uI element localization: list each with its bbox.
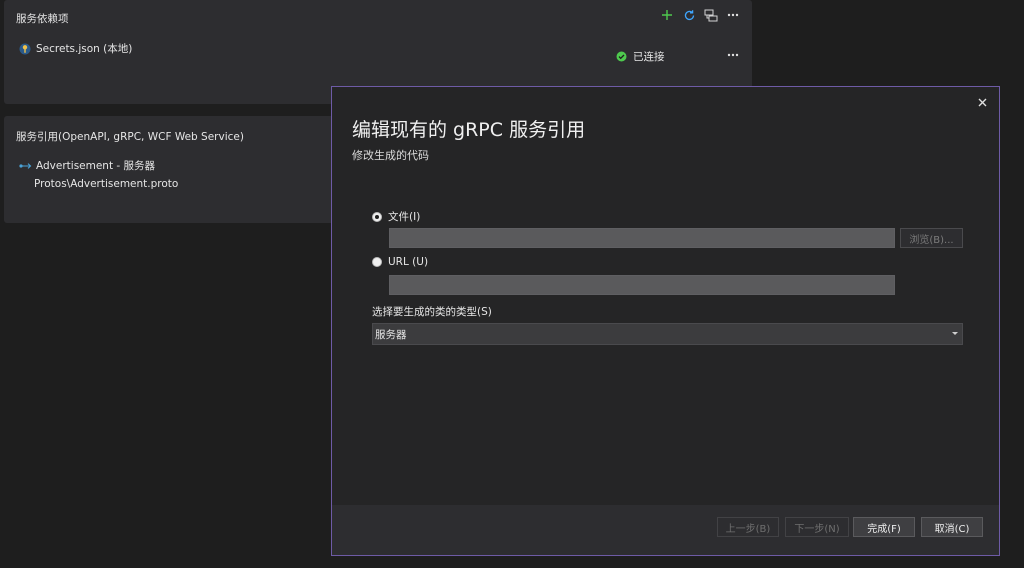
dependency-item-label: Secrets.json (本地) <box>36 43 133 55</box>
service-references-title: 服务引用(OpenAPI, gRPC, WCF Web Service) <box>16 131 244 143</box>
dependencies-toolbar <box>660 8 740 22</box>
file-path-input[interactable] <box>389 228 895 248</box>
dialog-subtitle: 修改生成的代码 <box>352 149 429 162</box>
url-radio[interactable] <box>372 257 382 267</box>
more-options-icon[interactable] <box>726 8 740 22</box>
reference-item-advertisement[interactable]: Advertisement - 服务器 <box>18 158 155 173</box>
service-reference-icon <box>18 159 32 173</box>
cancel-button[interactable]: 取消(C) <box>921 517 983 537</box>
url-option[interactable]: URL (U) <box>372 256 428 268</box>
reference-item-label: Advertisement - 服务器 <box>36 160 156 172</box>
file-option-label: 文件(I) <box>388 211 421 223</box>
manage-connections-icon[interactable] <box>704 8 718 22</box>
connection-status-label: 已连接 <box>633 51 665 63</box>
url-input[interactable] <box>389 275 895 295</box>
class-type-selected: 服务器 <box>375 328 407 341</box>
next-button[interactable]: 下一步(N) <box>785 517 849 537</box>
add-icon[interactable] <box>660 8 674 22</box>
browse-button[interactable]: 浏览(B)... <box>900 228 963 248</box>
dependency-more-icon[interactable] <box>726 48 740 62</box>
chevron-down-icon <box>952 332 958 335</box>
connection-status: 已连接 <box>614 49 665 64</box>
refresh-icon[interactable] <box>682 8 696 22</box>
file-radio[interactable] <box>372 211 382 222</box>
class-type-select[interactable]: 服务器 <box>372 323 963 345</box>
edit-grpc-reference-dialog: 编辑现有的 gRPC 服务引用 修改生成的代码 文件(I) 浏览(B)... U… <box>331 86 1000 556</box>
reference-item-path: Protos\Advertisement.proto <box>34 178 179 190</box>
url-option-label: URL (U) <box>388 256 429 268</box>
dialog-footer: 上一步(B) 下一步(N) 完成(F) 取消(C) <box>332 505 999 555</box>
connected-check-icon <box>614 50 628 64</box>
dependency-item-secrets[interactable]: Secrets.json (本地) <box>18 41 132 56</box>
back-button[interactable]: 上一步(B) <box>717 517 779 537</box>
dialog-title: 编辑现有的 gRPC 服务引用 <box>352 119 586 141</box>
close-icon[interactable] <box>975 95 989 109</box>
file-option[interactable]: 文件(I) <box>372 209 420 224</box>
class-type-label: 选择要生成的类的类型(S) <box>372 306 492 318</box>
service-dependencies-title: 服务依赖项 <box>16 13 69 25</box>
finish-button[interactable]: 完成(F) <box>853 517 915 537</box>
secrets-key-icon <box>18 42 32 56</box>
